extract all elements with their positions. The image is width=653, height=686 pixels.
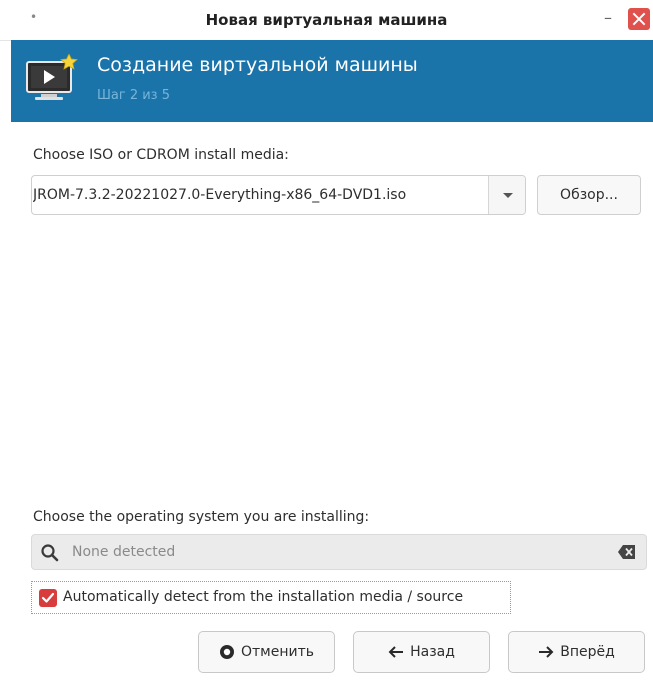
os-search-field[interactable]: None detected — [31, 534, 647, 570]
back-button[interactable]: Назад — [353, 631, 490, 673]
checkmark-icon — [41, 592, 55, 603]
cancel-button-label: Отменить — [240, 644, 314, 660]
forward-button[interactable]: Вперёд — [508, 631, 645, 673]
auto-detect-checkbox[interactable] — [39, 589, 57, 607]
arrow-right-icon — [539, 646, 554, 658]
cancel-icon — [219, 645, 234, 659]
install-media-combobox[interactable]: JROM-7.3.2-20221027.0-Everything-x86_64-… — [31, 175, 526, 215]
wizard-step-indicator: Шаг 2 из 5 — [97, 88, 170, 103]
os-search-placeholder: None detected — [72, 544, 176, 560]
search-icon — [41, 544, 59, 562]
window-titlebar: • Новая виртуальная машина – — [0, 0, 653, 41]
close-button[interactable] — [628, 8, 650, 30]
auto-detect-option[interactable]: Automatically detect from the installati… — [31, 581, 511, 614]
clear-icon[interactable] — [618, 544, 636, 560]
wizard-title: Создание виртуальной машины — [97, 54, 418, 76]
auto-detect-label: Automatically detect from the installati… — [63, 589, 464, 605]
install-media-label: Choose ISO or CDROM install media: — [33, 147, 289, 163]
back-button-label: Назад — [410, 644, 455, 660]
virtual-machine-icon — [26, 54, 78, 100]
arrow-left-icon — [388, 646, 404, 658]
browse-button[interactable]: Обзор... — [537, 175, 641, 215]
forward-button-label: Вперёд — [560, 644, 615, 660]
minimize-button[interactable]: – — [598, 6, 618, 30]
wizard-header: Создание виртуальной машины Шаг 2 из 5 — [11, 40, 653, 122]
os-select-label: Choose the operating system you are inst… — [33, 509, 370, 525]
window-title: Новая виртуальная машина — [205, 11, 448, 29]
cancel-button[interactable]: Отменить — [198, 631, 335, 673]
chevron-down-icon[interactable] — [488, 176, 525, 214]
install-media-input[interactable]: JROM-7.3.2-20221027.0-Everything-x86_64-… — [33, 176, 485, 214]
